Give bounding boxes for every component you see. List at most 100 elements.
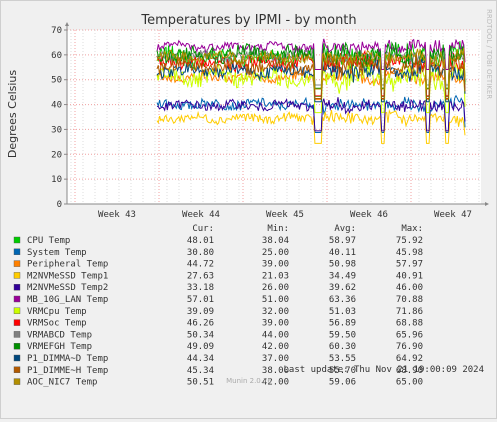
y-tick-label: 10 [51, 175, 62, 185]
temperature-chart: Temperatures by IPMI - by month Degrees … [6, 9, 493, 388]
legend-value-min: 21.03 [262, 271, 289, 281]
x-tick-label: Week 44 [182, 210, 220, 220]
legend-series-name: VRMABCD Temp [27, 330, 92, 340]
legend-swatch [13, 248, 21, 256]
legend-swatch [13, 260, 21, 267]
legend-value-max: 46.00 [396, 283, 423, 293]
legend-value-max: 76.90 [396, 342, 423, 352]
legend-swatch [13, 284, 21, 291]
legend-value-max: 65.00 [396, 378, 423, 388]
legend-value-max: 75.92 [396, 236, 423, 246]
legend-swatch [13, 366, 21, 373]
legend-series-name: VRMCpu Temp [27, 307, 87, 317]
legend-swatch [13, 295, 21, 303]
y-tick-label: 40 [51, 101, 62, 111]
legend-value-cur: 27.63 [187, 271, 214, 281]
legend-value-cur: 49.09 [187, 342, 214, 352]
last-update: Last update: Thu Nov 21 19:00:09 2024 [284, 365, 484, 375]
x-tick-label: Week 45 [266, 210, 304, 220]
legend-series-name: System Temp [27, 248, 87, 258]
legend-header: Min: [267, 224, 289, 234]
legend-value-avg: 34.49 [329, 271, 356, 281]
legend-series-name: P1_DIMMA~D Temp [27, 354, 108, 364]
legend-value-min: 26.00 [262, 283, 289, 293]
legend-value-min: 38.04 [262, 236, 289, 246]
y-axis-label: Degrees Celsius [6, 70, 19, 159]
legend-header: Cur: [192, 224, 214, 234]
side-label: RRDTOOL / TOBI OETIKER [485, 9, 493, 99]
legend-value-avg: 60.30 [329, 342, 356, 352]
legend-value-max: 64.92 [396, 354, 423, 364]
legend-value-max: 70.88 [396, 295, 423, 305]
legend-value-cur: 44.34 [187, 354, 214, 364]
legend-swatch [13, 272, 21, 279]
y-tick-label: 30 [51, 125, 62, 135]
chart-frame: Temperatures by IPMI - by month Degrees … [0, 0, 497, 419]
y-tick-label: 50 [51, 76, 62, 86]
legend-value-avg: 40.11 [329, 248, 356, 258]
legend-swatch [13, 331, 21, 338]
legend-value-avg: 39.62 [329, 283, 356, 293]
legend-value-min: 39.00 [262, 260, 289, 270]
legend-series-name: MB_10G_LAN Temp [27, 295, 108, 305]
legend-value-min: 39.00 [262, 319, 289, 329]
legend-swatch [13, 236, 21, 244]
x-tick-label: Week 46 [350, 210, 388, 220]
legend-swatch [13, 319, 21, 326]
x-tick-label: Week 47 [434, 210, 472, 220]
legend-value-avg: 59.06 [329, 378, 356, 388]
chart-title: Temperatures by IPMI - by month [140, 13, 356, 28]
legend-value-avg: 51.03 [329, 307, 356, 317]
legend-value-cur: 50.34 [187, 330, 214, 340]
legend-value-avg: 53.55 [329, 354, 356, 364]
legend-series-name: AOC_NIC7 Temp [27, 378, 97, 388]
y-tick-label: 20 [51, 150, 62, 160]
legend-series-name: VRMSoc Temp [27, 319, 87, 329]
legend-value-max: 65.96 [396, 330, 423, 340]
legend-value-cur: 57.01 [187, 295, 214, 305]
x-axis-arrow [485, 202, 489, 206]
y-axis-arrow [65, 22, 69, 26]
legend-header: Max: [401, 224, 423, 234]
legend-value-cur: 39.09 [187, 307, 214, 317]
legend-swatch [13, 378, 21, 385]
legend-value-max: 68.88 [396, 319, 423, 329]
legend-value-min: 51.00 [262, 295, 289, 305]
legend-value-cur: 48.01 [187, 236, 214, 246]
legend-value-avg: 59.50 [329, 330, 356, 340]
legend-value-min: 42.00 [262, 342, 289, 352]
legend-value-avg: 63.36 [329, 295, 356, 305]
legend-series-name: M2NVMeSSD Temp2 [27, 283, 108, 293]
legend-value-cur: 45.34 [187, 366, 214, 376]
legend-value-max: 71.86 [396, 307, 423, 317]
legend-value-cur: 30.80 [187, 248, 214, 258]
legend-swatch [13, 354, 21, 362]
legend-value-min: 25.00 [262, 248, 289, 258]
legend-value-max: 57.97 [396, 260, 423, 270]
legend: Cur: Min: Avg: Max: CPU Temp 48.01 38.04 58.97 7… [13, 224, 423, 388]
y-tick-label: 60 [51, 51, 62, 61]
legend-value-avg: 50.98 [329, 260, 356, 270]
x-tick-label: Week 43 [98, 210, 136, 220]
legend-series-name: CPU Temp [27, 236, 70, 246]
legend-value-avg: 56.89 [329, 319, 356, 329]
legend-value-avg: 58.97 [329, 236, 356, 246]
legend-series-name: VRMEFGH Temp [27, 342, 92, 352]
legend-value-max: 45.98 [396, 248, 423, 258]
legend-series-name: Peripheral Temp [27, 260, 108, 270]
x-tick-labels: Week 43 Week 44 Week 45 Week 46 Week 47 [98, 210, 472, 220]
legend-series-name: M2NVMeSSD Temp1 [27, 271, 108, 281]
legend-value-cur: 46.26 [187, 319, 214, 329]
y-tick-label: 0 [57, 200, 62, 210]
legend-value-cur: 44.72 [187, 260, 214, 270]
legend-value-min: 37.00 [262, 354, 289, 364]
legend-value-min: 44.00 [262, 330, 289, 340]
legend-swatch [13, 307, 21, 314]
legend-series-name: P1_DIMME~H Temp [27, 366, 108, 376]
legend-value-min: 32.00 [262, 307, 289, 317]
legend-value-cur: 50.51 [187, 378, 214, 388]
legend-value-cur: 33.18 [187, 283, 214, 293]
legend-value-max: 40.91 [396, 271, 423, 281]
legend-header: Avg: [334, 224, 356, 234]
y-tick-label: 70 [51, 26, 62, 36]
